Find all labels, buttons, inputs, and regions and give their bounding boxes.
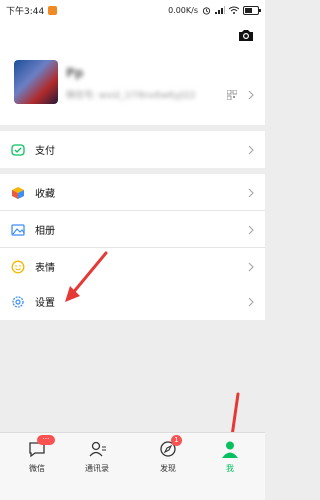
chevron-right-icon [248, 145, 254, 155]
tab-chats[interactable]: ··· 微信 [12, 435, 62, 479]
notification-icon [48, 5, 58, 15]
tab-label-discover: 发现 [160, 464, 176, 473]
menu-label-favorites: 收藏 [35, 189, 55, 200]
menu-item-album[interactable]: 相册 [0, 211, 265, 248]
tab-label-contacts: 通讯录 [85, 464, 109, 473]
chevron-right-icon [248, 188, 254, 198]
pay-group: 支付 [0, 131, 265, 168]
menu-item-favorites[interactable]: 收藏 [0, 174, 265, 211]
alarm-icon [202, 6, 211, 15]
person-icon [222, 441, 238, 458]
settings-group: 设置 [0, 283, 265, 320]
chevron-right-icon [248, 297, 254, 307]
menu-label-pay: 支付 [35, 146, 55, 157]
cube-icon [12, 187, 24, 199]
status-time: 下午3:44 [6, 6, 45, 17]
tab-label-me: 我 [226, 464, 234, 473]
gear-icon [12, 296, 24, 308]
main-menu-group: 收藏 相册 表情 [0, 174, 265, 285]
network-speed: 0.00K/s [168, 5, 198, 15]
tab-discover[interactable]: 1 发现 [143, 435, 193, 479]
tab-me[interactable]: 我 [205, 439, 255, 479]
picture-icon [11, 224, 25, 236]
chevron-right-icon [248, 262, 254, 272]
menu-item-stickers[interactable]: 表情 [0, 248, 265, 285]
wifi-icon [229, 6, 239, 14]
discover-badge: 1 [171, 435, 182, 446]
menu-label-settings: 设置 [35, 298, 55, 309]
battery-icon [243, 5, 261, 15]
qr-code-icon[interactable] [227, 90, 237, 100]
tab-contacts[interactable]: 通讯录 [72, 439, 122, 479]
chevron-right-icon [248, 90, 254, 100]
menu-label-album: 相册 [35, 226, 55, 237]
status-bar: 下午3:44 0.00K/s [0, 0, 265, 20]
wechat-id: 微信号: wxid_1l78nx6w6yjl22 [66, 91, 196, 101]
avatar[interactable] [14, 60, 58, 104]
battery-fill [245, 7, 252, 13]
profile-header[interactable]: Pp 微信号: wxid_1l78nx6w6yjl22 [0, 20, 265, 125]
signal-icon [215, 6, 225, 14]
status-right: 0.00K/s [168, 5, 261, 15]
chats-badge: ··· [37, 435, 55, 445]
contacts-icon [89, 441, 106, 457]
camera-icon[interactable] [237, 28, 255, 42]
menu-item-settings[interactable]: 设置 [0, 283, 265, 320]
status-left: 下午3:44 [6, 4, 58, 17]
annotation-arrow-settings [65, 251, 108, 302]
chevron-right-icon [248, 225, 254, 235]
wallet-icon [11, 144, 25, 156]
menu-label-stickers: 表情 [35, 263, 55, 274]
menu-item-pay[interactable]: 支付 [0, 131, 265, 168]
tab-label-chats: 微信 [29, 464, 45, 473]
smiley-icon [11, 260, 25, 274]
profile-name: Pp [66, 66, 84, 80]
bottom-tab-bar: ··· 微信 通讯录 1 发现 我 [0, 432, 265, 500]
